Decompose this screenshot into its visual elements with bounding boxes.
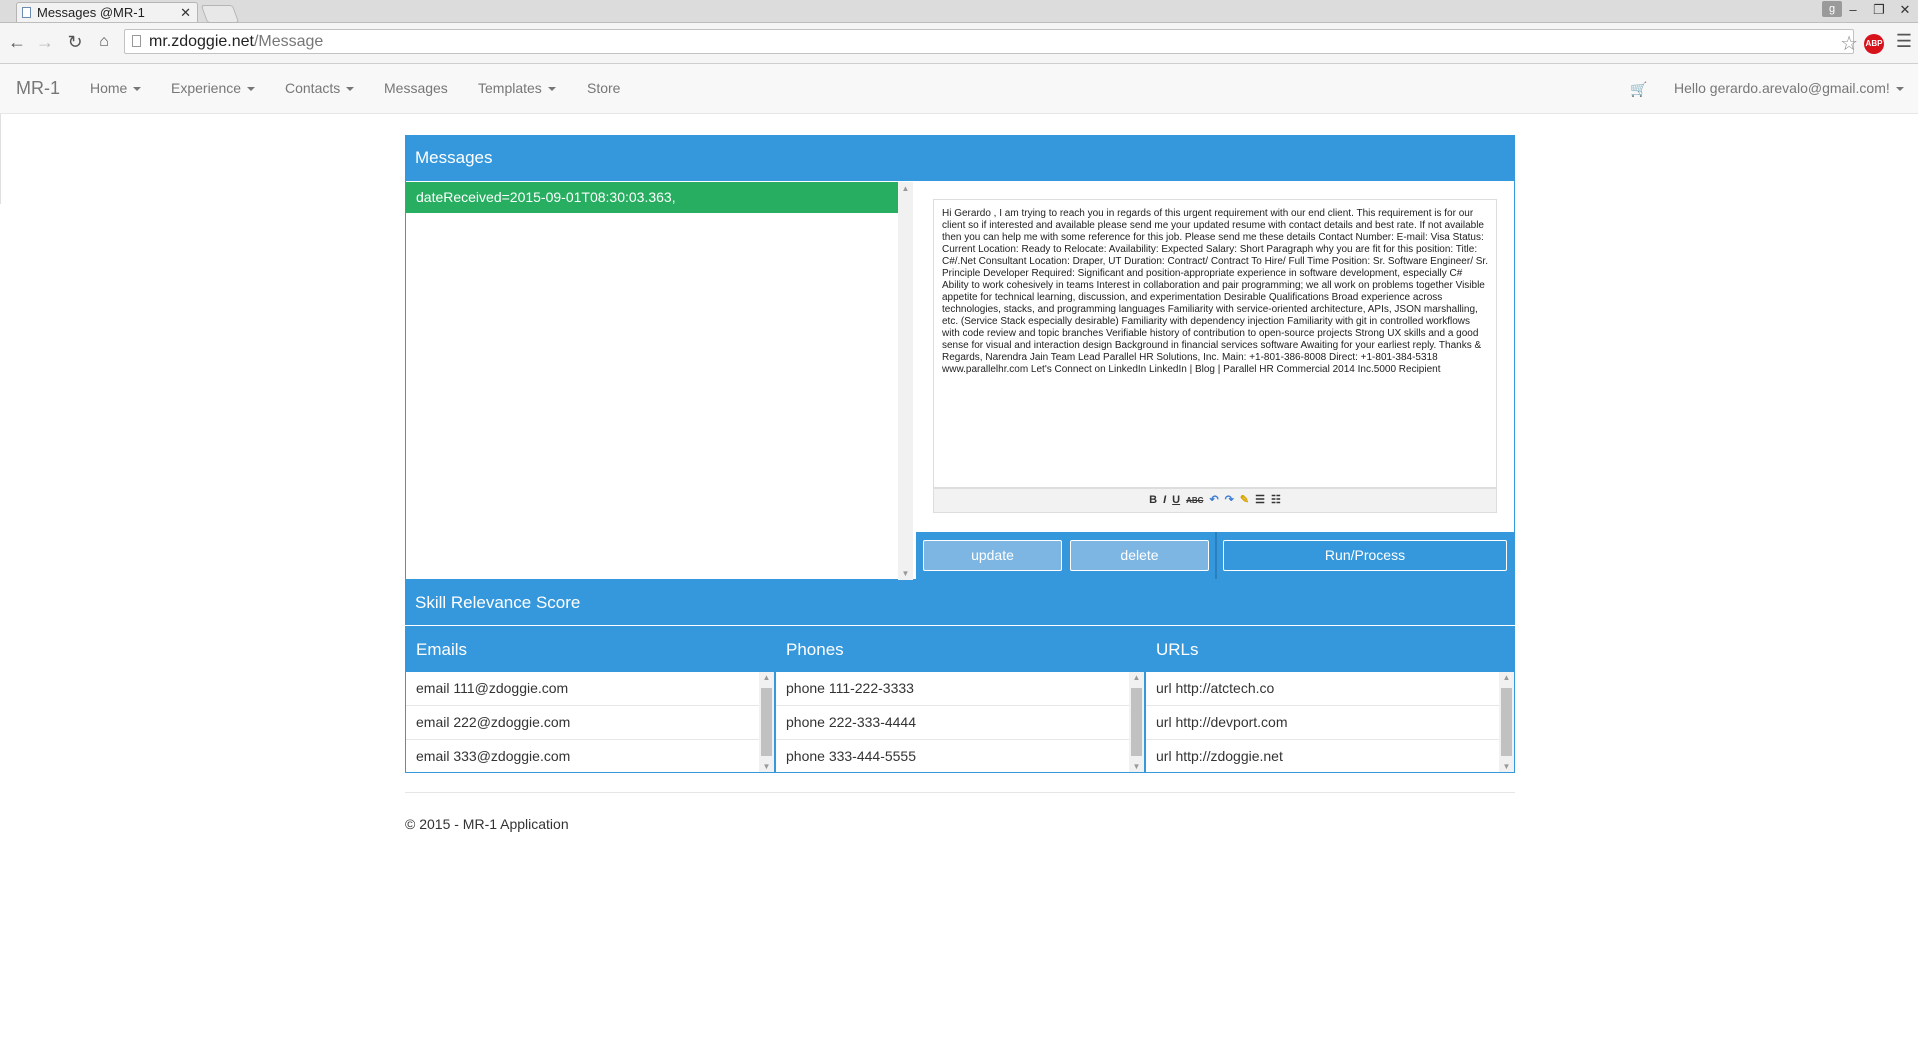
adblock-icon[interactable]: ABP: [1864, 34, 1884, 54]
browser-tabstrip: Messages @MR-1 ✕ g – ❐ ✕: [0, 0, 1918, 23]
list-item[interactable]: phone 111-222-3333: [776, 672, 1144, 706]
scroll-thumb[interactable]: [1131, 688, 1142, 756]
user-greeting: Hello gerardo.arevalo@gmail.com!: [1674, 80, 1890, 96]
left-divider: [0, 114, 1, 204]
redo-icon[interactable]: ↷: [1225, 489, 1234, 512]
message-editor[interactable]: Hi Gerardo , I am trying to reach you in…: [933, 199, 1497, 488]
phones-scrollbar[interactable]: ▲ ▼: [1129, 672, 1144, 772]
messages-title: Messages: [405, 135, 1515, 181]
close-tab-icon[interactable]: ✕: [180, 3, 191, 23]
caret-down-icon: [547, 87, 556, 92]
scroll-up-icon[interactable]: ▲: [1129, 673, 1144, 682]
profile-icon[interactable]: g: [1822, 1, 1842, 17]
app-navbar: MR-1 Home Experience Contacts Messages T…: [0, 64, 1918, 114]
scroll-up-icon[interactable]: ▲: [898, 184, 913, 193]
run-process-button[interactable]: Run/Process: [1223, 540, 1507, 571]
browser-tab[interactable]: Messages @MR-1 ✕: [16, 2, 198, 22]
message-list-item[interactable]: dateReceived=2015-09-01T08:30:03.363,: [406, 182, 898, 213]
footer-text: © 2015 - MR-1 Application: [405, 816, 569, 832]
underline-icon[interactable]: U: [1172, 489, 1180, 512]
window-close-icon[interactable]: ✕: [1892, 0, 1918, 20]
bold-icon[interactable]: B: [1149, 489, 1157, 512]
nav-templates[interactable]: Templates: [478, 64, 556, 113]
caret-down-icon: [247, 87, 256, 92]
skill-score-title: Skill Relevance Score: [405, 580, 1515, 625]
nav-contacts-label: Contacts: [285, 80, 341, 96]
footer-divider: [405, 792, 1515, 793]
home-icon[interactable]: ⌂: [93, 31, 115, 53]
minimize-icon[interactable]: –: [1840, 0, 1866, 20]
list-item[interactable]: url http://devport.com: [1146, 706, 1514, 740]
scroll-down-icon[interactable]: ▼: [759, 762, 774, 771]
list-item[interactable]: email 333@zdoggie.com: [406, 740, 774, 773]
list-item[interactable]: phone 333-444-5555: [776, 740, 1144, 773]
list-item[interactable]: url http://atctech.co: [1146, 672, 1514, 706]
numbered-list-icon[interactable]: ☷: [1271, 489, 1281, 512]
button-divider: [1215, 532, 1217, 579]
caret-down-icon: [133, 87, 142, 92]
nav-home[interactable]: Home: [90, 64, 142, 113]
emails-header: Emails: [406, 627, 774, 672]
bookmark-star-icon[interactable]: ☆: [1840, 31, 1858, 56]
browser-toolbar: ← → ↻ ⌂ mr.zdoggie.net/Message ☆ ABP ☰: [0, 23, 1918, 64]
undo-icon[interactable]: ↶: [1209, 489, 1218, 512]
emails-scrollbar[interactable]: ▲ ▼: [759, 672, 774, 772]
nav-experience-label: Experience: [171, 80, 242, 96]
phones-column: Phones phone 111-222-3333 phone 222-333-…: [775, 626, 1145, 773]
page-icon: [132, 35, 141, 47]
url-path: /Message: [253, 33, 324, 50]
list-item[interactable]: phone 222-333-4444: [776, 706, 1144, 740]
nav-contacts[interactable]: Contacts: [285, 64, 355, 113]
reload-icon[interactable]: ↻: [64, 31, 86, 53]
phones-header: Phones: [776, 627, 1144, 672]
strikethrough-icon[interactable]: ABC: [1186, 489, 1203, 512]
tab-title: Messages @MR-1: [37, 5, 145, 20]
url-host: mr.zdoggie.net: [149, 33, 254, 50]
urls-column: URLs url http://atctech.co url http://de…: [1145, 626, 1515, 773]
address-bar[interactable]: mr.zdoggie.net/Message: [124, 29, 1854, 54]
list-item[interactable]: email 111@zdoggie.com: [406, 672, 774, 706]
user-menu[interactable]: Hello gerardo.arevalo@gmail.com!: [1674, 64, 1904, 113]
scroll-up-icon[interactable]: ▲: [1499, 673, 1514, 682]
urls-header: URLs: [1146, 627, 1514, 672]
urls-scrollbar[interactable]: ▲ ▼: [1499, 672, 1514, 772]
nav-templates-label: Templates: [478, 80, 542, 96]
delete-button[interactable]: delete: [1070, 540, 1209, 571]
new-tab-button[interactable]: [200, 5, 240, 23]
caret-down-icon: [346, 87, 355, 92]
scroll-down-icon[interactable]: ▼: [1499, 762, 1514, 771]
nav-home-label: Home: [90, 80, 128, 96]
bullet-list-icon[interactable]: ☰: [1255, 489, 1265, 512]
emails-column: Emails email 111@zdoggie.com email 222@z…: [405, 626, 775, 773]
update-button[interactable]: update: [923, 540, 1062, 571]
caret-down-icon: [1895, 87, 1904, 92]
scroll-thumb[interactable]: [761, 688, 772, 756]
list-item[interactable]: url http://zdoggie.net: [1146, 740, 1514, 773]
page-favicon-icon: [22, 7, 31, 18]
italic-icon[interactable]: I: [1163, 489, 1166, 512]
clear-format-icon[interactable]: ✎: [1240, 489, 1249, 512]
scroll-up-icon[interactable]: ▲: [759, 673, 774, 682]
back-icon[interactable]: ←: [6, 31, 28, 53]
nav-experience[interactable]: Experience: [171, 64, 256, 113]
nav-messages[interactable]: Messages: [384, 64, 448, 113]
nav-messages-label: Messages: [384, 80, 448, 96]
restore-icon[interactable]: ❐: [1866, 0, 1892, 20]
forward-icon[interactable]: →: [34, 31, 56, 53]
list-item[interactable]: email 222@zdoggie.com: [406, 706, 774, 740]
message-list-scrollbar[interactable]: ▲ ▼: [898, 182, 913, 580]
scroll-down-icon[interactable]: ▼: [1129, 762, 1144, 771]
scroll-down-icon[interactable]: ▼: [898, 569, 913, 578]
nav-store-label: Store: [587, 80, 621, 96]
cart-icon[interactable]: 🛒: [1630, 81, 1647, 98]
scroll-thumb[interactable]: [1501, 688, 1512, 756]
brand-logo[interactable]: MR-1: [16, 64, 60, 113]
editor-toolbar: B I U ABC ↶ ↷ ✎ ☰ ☷: [933, 488, 1497, 513]
browser-menu-icon[interactable]: ☰: [1896, 31, 1912, 52]
nav-store[interactable]: Store: [587, 64, 620, 113]
